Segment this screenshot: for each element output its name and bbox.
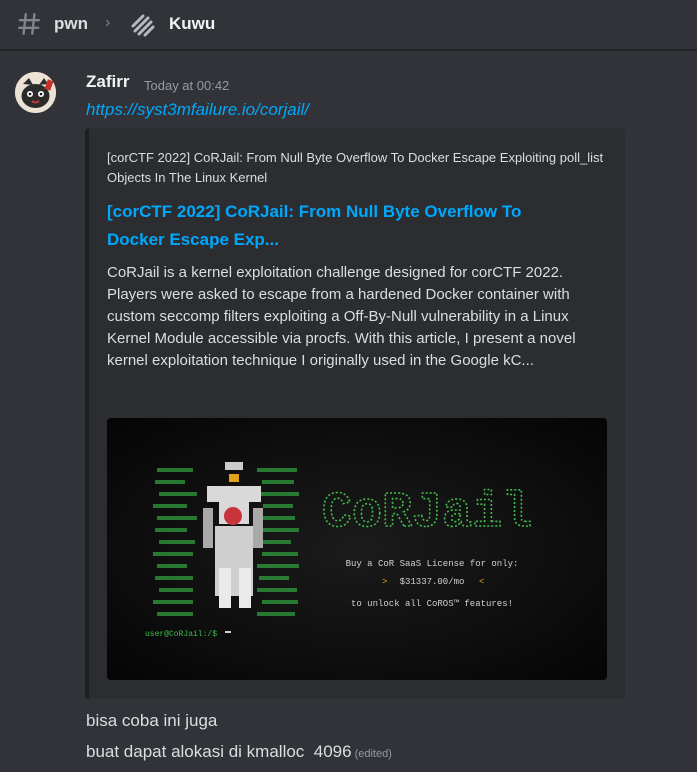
promo-price: $31337.00/mo — [400, 577, 465, 587]
promo-line-1: Buy a CoR SaaS License for only: — [346, 559, 519, 569]
message-timestamp[interactable]: Today at 00:42 — [144, 78, 229, 93]
breadcrumb-separator-icon: › — [105, 14, 111, 31]
logo-text: CoRJail — [322, 485, 532, 542]
terminal-prompt: user@CoRJail:/$ — [145, 630, 217, 639]
channel-header: pwn › Kuwu — [0, 0, 697, 50]
embed-image[interactable]: CoRJail Buy a CoR SaaS License for only:… — [107, 418, 607, 680]
embed-description: CoRJail is a kernel exploitation challen… — [107, 264, 576, 369]
link-embed: [corCTF 2022] CoRJail: From Null Byte Ov… — [85, 128, 625, 699]
price-arrow-right: < — [479, 577, 484, 587]
avatar[interactable] — [15, 72, 56, 113]
channel-name[interactable]: pwn — [54, 14, 88, 34]
embed-title[interactable]: [corCTF 2022] CoRJail: From Null Byte Ov… — [107, 198, 577, 254]
price-arrow-left: > — [382, 577, 387, 587]
embed-provider[interactable]: [corCTF 2022] CoRJail: From Null Byte Ov… — [107, 148, 607, 188]
message-text: buat dapat alokasi di kmalloc 4096 — [86, 742, 352, 761]
cat-avatar-icon — [15, 72, 56, 113]
edited-label: (edited) — [354, 748, 392, 760]
message-text: bisa coba ini juga — [86, 711, 218, 730]
thread-name[interactable]: Kuwu — [169, 14, 215, 34]
message-author[interactable]: Zafirr — [86, 72, 129, 92]
thread-icon — [131, 14, 155, 37]
hash-icon — [18, 13, 40, 35]
message-text-edited: buat dapat alokasi di kmalloc 4096 (edite… — [86, 742, 392, 762]
message-link[interactable]: https://syst3mfailure.io/corjail/ — [86, 100, 309, 120]
corjail-banner-image: CoRJail Buy a CoR SaaS License for only:… — [107, 418, 607, 680]
promo-line-2: to unlock all CoROS™ features! — [351, 599, 513, 609]
